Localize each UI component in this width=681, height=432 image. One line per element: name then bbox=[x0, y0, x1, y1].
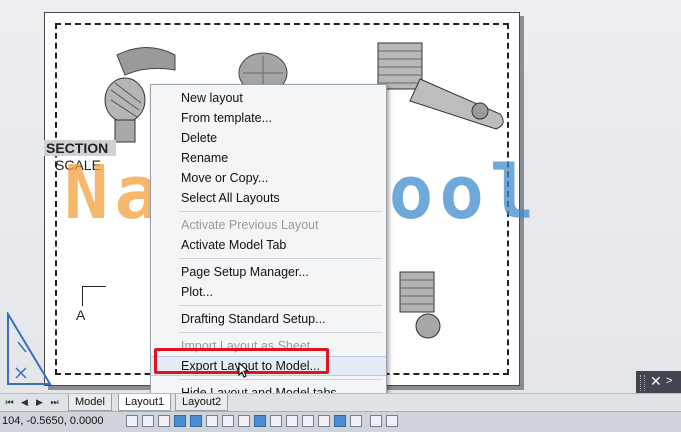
section-line-tick bbox=[82, 286, 106, 287]
grid-display-icon[interactable] bbox=[158, 415, 170, 427]
menu-item-new-layout[interactable]: New layout bbox=[151, 88, 386, 108]
menu-item-rename[interactable]: Rename bbox=[151, 148, 386, 168]
coordinates-readout: 104, -0.5650, 0.0000 bbox=[2, 415, 104, 427]
last-tab-icon[interactable]: ⏭ bbox=[48, 396, 61, 409]
ortho-mode-icon[interactable] bbox=[174, 415, 186, 427]
menu-separator bbox=[179, 379, 382, 380]
layout-tabs-bar: ⏮ ◀ ▶ ⏭ Model Layout1 Layout2 bbox=[0, 393, 681, 412]
scale-label: SCALE bbox=[55, 157, 101, 173]
menu-item-delete[interactable]: Delete bbox=[151, 128, 386, 148]
lineweight-icon[interactable] bbox=[286, 415, 298, 427]
menu-item-from-template[interactable]: From template... bbox=[151, 108, 386, 128]
first-tab-icon[interactable]: ⏮ bbox=[3, 396, 16, 409]
section-line bbox=[82, 286, 83, 306]
menu-item-page-setup-manager[interactable]: Page Setup Manager... bbox=[151, 262, 386, 282]
menu-item-activate-model-tab[interactable]: Activate Model Tab bbox=[151, 235, 386, 255]
annotation-monitor-icon[interactable] bbox=[350, 415, 362, 427]
tab-layout2[interactable]: Layout2 bbox=[175, 394, 229, 411]
command-line-panel[interactable]: ✕ > bbox=[636, 371, 681, 395]
menu-item-plot[interactable]: Plot... bbox=[151, 282, 386, 302]
ucs-icon bbox=[7, 312, 52, 385]
menu-separator bbox=[179, 211, 382, 212]
model-space-icon[interactable] bbox=[370, 415, 382, 427]
snap-mode-icon[interactable] bbox=[142, 415, 154, 427]
object-snap-tracking-icon[interactable] bbox=[238, 415, 250, 427]
menu-separator bbox=[179, 332, 382, 333]
menu-separator bbox=[179, 258, 382, 259]
dynamic-input-icon[interactable] bbox=[270, 415, 282, 427]
status-bar: 104, -0.5650, 0.0000 bbox=[0, 411, 681, 432]
mouse-cursor-icon bbox=[238, 362, 250, 378]
close-icon[interactable]: ✕ bbox=[650, 373, 662, 390]
tab-layout1[interactable]: Layout1 bbox=[118, 394, 172, 411]
infer-constraints-icon[interactable] bbox=[126, 415, 138, 427]
chevron-icon[interactable]: > bbox=[666, 375, 672, 387]
dynamic-ucs-icon[interactable] bbox=[254, 415, 266, 427]
transparency-icon[interactable] bbox=[302, 415, 314, 427]
object-snap-icon[interactable] bbox=[206, 415, 218, 427]
polar-tracking-icon[interactable] bbox=[190, 415, 202, 427]
next-tab-icon[interactable]: ▶ bbox=[33, 396, 46, 409]
prev-tab-icon[interactable]: ◀ bbox=[18, 396, 31, 409]
menu-item-drafting-standard-setup[interactable]: Drafting Standard Setup... bbox=[151, 309, 386, 329]
menu-item-activate-previous-layout: Activate Previous Layout bbox=[181, 218, 319, 232]
menu-item-move-or-copy[interactable]: Move or Copy... bbox=[151, 168, 386, 188]
quick-properties-icon[interactable] bbox=[318, 415, 330, 427]
part-drawing-4 bbox=[399, 271, 441, 339]
menu-separator bbox=[179, 305, 382, 306]
selection-cycling-icon[interactable] bbox=[334, 415, 346, 427]
panel-grip-icon[interactable] bbox=[640, 375, 645, 391]
part-drawing-3 bbox=[377, 42, 504, 130]
tab-model[interactable]: Model bbox=[68, 394, 112, 411]
menu-item-select-all-layouts[interactable]: Select All Layouts bbox=[151, 188, 386, 208]
3d-object-snap-icon[interactable] bbox=[222, 415, 234, 427]
section-label: SECTION bbox=[44, 140, 116, 156]
section-marker-label: A bbox=[76, 307, 86, 323]
quick-view-icon[interactable] bbox=[386, 415, 398, 427]
